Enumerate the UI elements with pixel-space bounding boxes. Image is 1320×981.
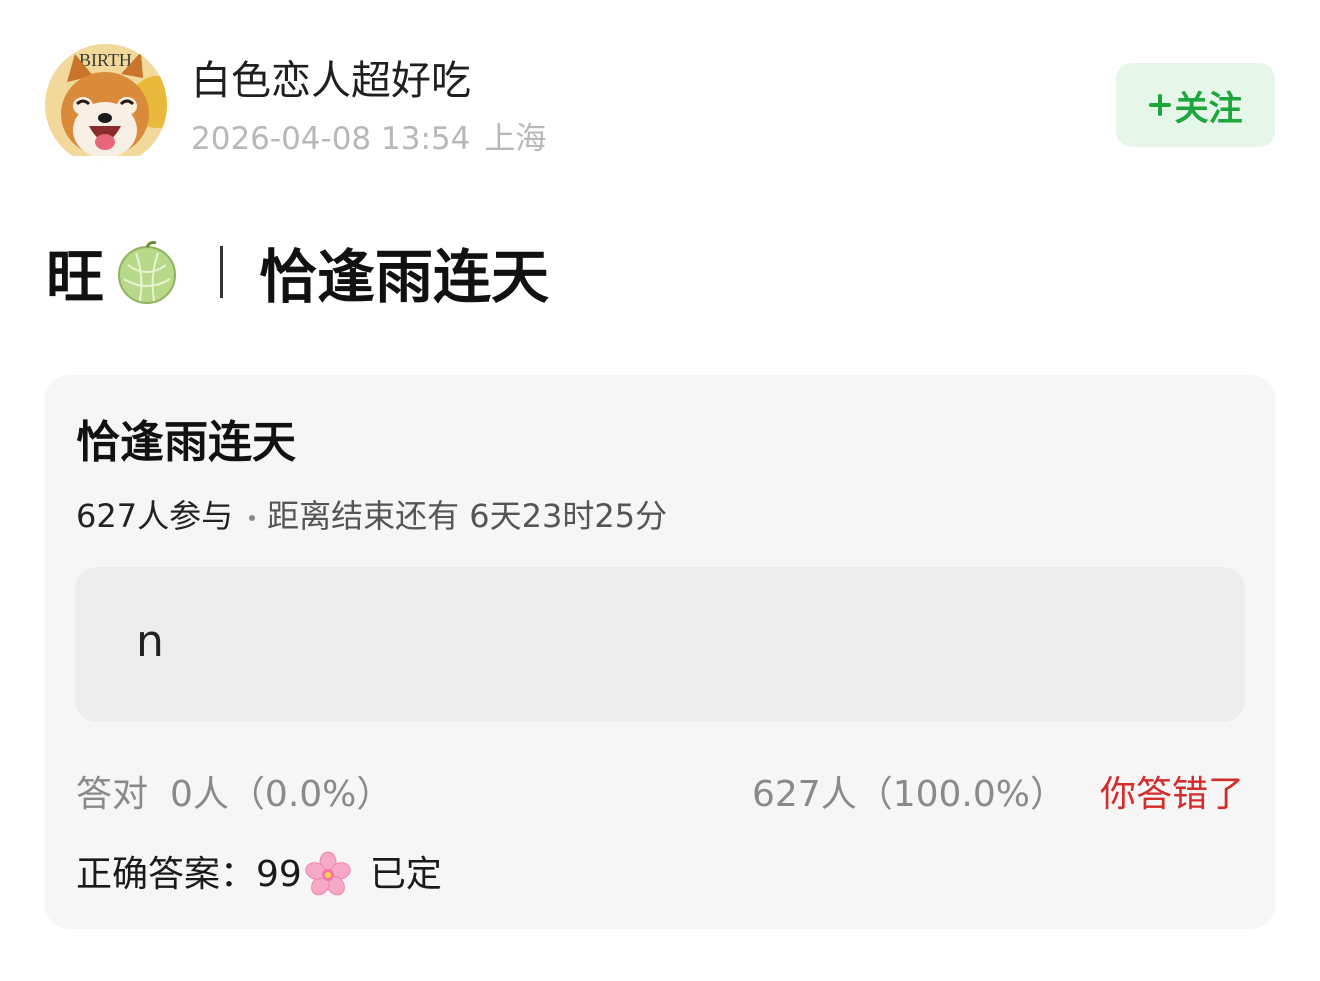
title-divider: [220, 246, 224, 298]
quiz-option[interactable]: n: [75, 567, 1245, 722]
answer-label: 正确答案：: [76, 854, 257, 895]
separator-dot: [249, 515, 256, 521]
wrong-answer-label: 你答错了: [1099, 774, 1244, 815]
post-location: 上海: [484, 121, 547, 157]
author-avatar[interactable]: BIRTH: [45, 44, 167, 166]
follow-button-label: 关注: [1174, 88, 1243, 129]
quiz-participants: 627人参与: [76, 497, 234, 535]
post-date: 2026-04-08 13:54: [191, 121, 471, 157]
wrong-stat: 627人（100.0%） 你答错了: [752, 770, 1244, 820]
post-title: 旺 恰逢雨连天: [46, 232, 549, 312]
follow-button[interactable]: 关注: [1116, 63, 1275, 147]
melon-icon: [118, 241, 177, 304]
cherry-blossom-icon: [305, 851, 351, 896]
quiz-option-text: n: [136, 616, 164, 667]
plus-icon: [1148, 94, 1171, 116]
quiz-card: 恰逢雨连天 627人参与 距离结束还有 6天23时25分 n 答对 0人（0.0%）…: [45, 375, 1275, 929]
post-title-prefix: 旺: [46, 243, 105, 311]
answer-status: 已定: [369, 854, 442, 895]
answer-value: 99: [256, 854, 302, 895]
correct-label: 答对: [76, 774, 149, 815]
avatar-birth-text: BIRTH: [79, 50, 132, 70]
post-title-main: 恰逢雨连天: [259, 243, 550, 311]
author-name[interactable]: 白色恋人超好吃: [191, 56, 471, 106]
quiz-stats: 627人参与 距离结束还有 6天23时25分: [76, 494, 667, 538]
quiz-countdown: 距离结束还有 6天23时25分: [267, 497, 668, 535]
quiz-title: 恰逢雨连天: [76, 417, 296, 468]
shiba-dog-avatar-icon: BIRTH: [45, 44, 167, 166]
correct-stat: 答对 0人（0.0%）: [76, 770, 392, 820]
correct-answer-row: 正确答案： 99 已定: [76, 850, 442, 900]
wrong-value: 627人（100.0%）: [752, 774, 1066, 815]
correct-value: 0人（0.0%）: [170, 774, 393, 815]
quiz-result-row: 答对 0人（0.0%） 627人（100.0%） 你答错了: [76, 770, 1244, 820]
post-meta: 2026-04-08 13:54 上海: [191, 120, 546, 158]
